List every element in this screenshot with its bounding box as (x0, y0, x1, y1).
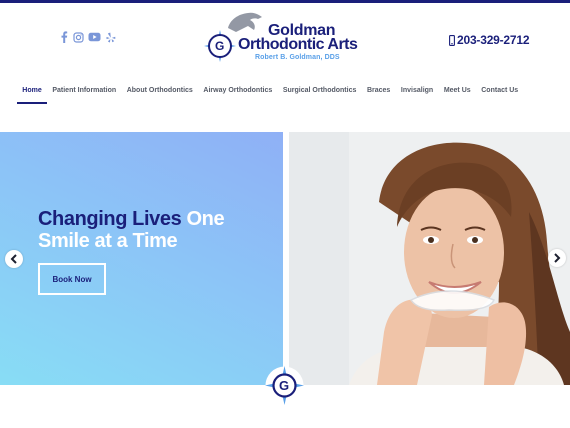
book-now-button[interactable]: Book Now (38, 263, 106, 295)
logo-line-orthodontic-arts: Orthodontic Arts (238, 36, 358, 53)
yelp-icon[interactable] (105, 31, 116, 43)
social-links (58, 31, 116, 43)
phone-icon (449, 34, 455, 46)
chevron-right-icon (554, 253, 561, 263)
headline-part-dark: Changing Lives (38, 208, 182, 230)
nav-item-surgical-orthodontics[interactable]: Surgical Orthodontics (278, 87, 362, 94)
logo-letter: G (215, 39, 225, 53)
hero-photo (289, 132, 570, 385)
slider-next-button[interactable] (548, 249, 566, 267)
headline-part-light: One (186, 208, 225, 230)
phone-link[interactable]: 203-329-2712 (449, 33, 530, 47)
nav-item-meet-us[interactable]: Meet Us (439, 87, 476, 94)
nav-item-airway-orthodontics[interactable]: Airway Orthodontics (198, 87, 277, 94)
smiling-woman-with-aligner-image (289, 132, 570, 385)
nav-item-home[interactable]: Home (17, 87, 48, 104)
site-logo[interactable]: G Goldman Orthodontic Arts Robert B. Gol… (198, 10, 373, 68)
main-navigation: Home Patient Information About Orthodont… (17, 87, 524, 104)
headline-part-light-2: Smile at a Time (38, 230, 178, 252)
instagram-icon[interactable] (73, 31, 84, 43)
nav-item-patient-information[interactable]: Patient Information (47, 87, 121, 94)
phone-number: 203-329-2712 (457, 33, 530, 47)
slider-prev-button[interactable] (5, 250, 23, 268)
youtube-icon[interactable] (88, 31, 101, 43)
nav-item-braces[interactable]: Braces (362, 87, 396, 94)
badge-letter: G (279, 378, 290, 393)
nav-item-contact-us[interactable]: Contact Us (476, 87, 524, 94)
hero-headline: Changing Lives One Smile at a Time (38, 208, 278, 252)
top-accent-bar (0, 0, 570, 3)
logo-doctor-name: Robert B. Goldman, DDS (255, 54, 340, 61)
chevron-left-icon (10, 254, 17, 264)
compass-badge: G (264, 365, 305, 406)
hero-text-panel (0, 132, 283, 385)
facebook-icon[interactable] (58, 31, 69, 43)
nav-item-invisalign[interactable]: Invisalign (396, 87, 439, 94)
nav-item-about-orthodontics[interactable]: About Orthodontics (121, 87, 198, 94)
